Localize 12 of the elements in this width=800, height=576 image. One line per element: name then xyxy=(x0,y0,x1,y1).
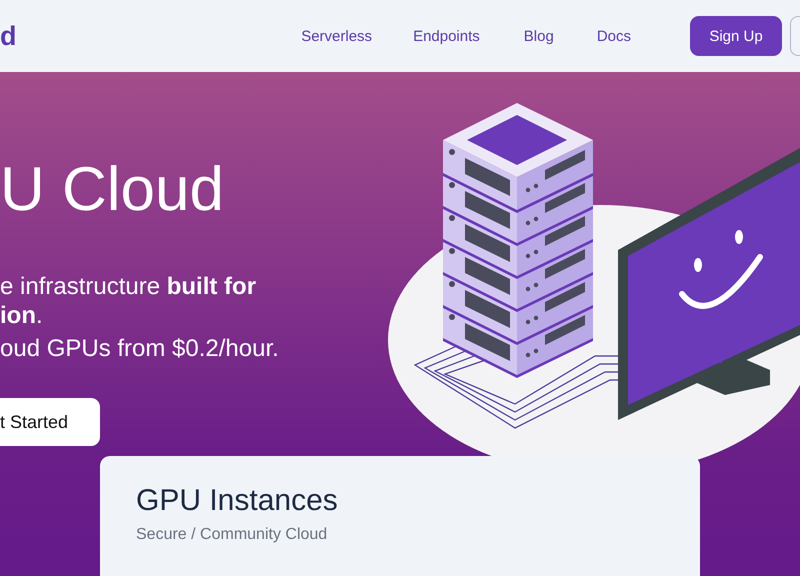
card-title: GPU Instances xyxy=(136,484,339,518)
sign-up-button[interactable]: Sign Up xyxy=(690,16,782,56)
logo-text[interactable]: d xyxy=(0,20,16,52)
get-started-button[interactable]: t Started xyxy=(0,398,100,446)
nav-link[interactable]: Endpoints xyxy=(413,28,480,44)
card-subtitle: Secure / Community Cloud xyxy=(136,526,328,544)
nav-link[interactable]: Docs xyxy=(596,28,631,44)
hero-title: U Cloud xyxy=(0,154,225,226)
nav-link[interactable]: Blog xyxy=(524,28,554,44)
hero-description: e infrastructure built for ion. xyxy=(0,272,258,330)
nav-link[interactable]: Serverless xyxy=(301,28,372,44)
hero-tagline: oud GPUs from $0.2/hour. xyxy=(0,334,280,364)
